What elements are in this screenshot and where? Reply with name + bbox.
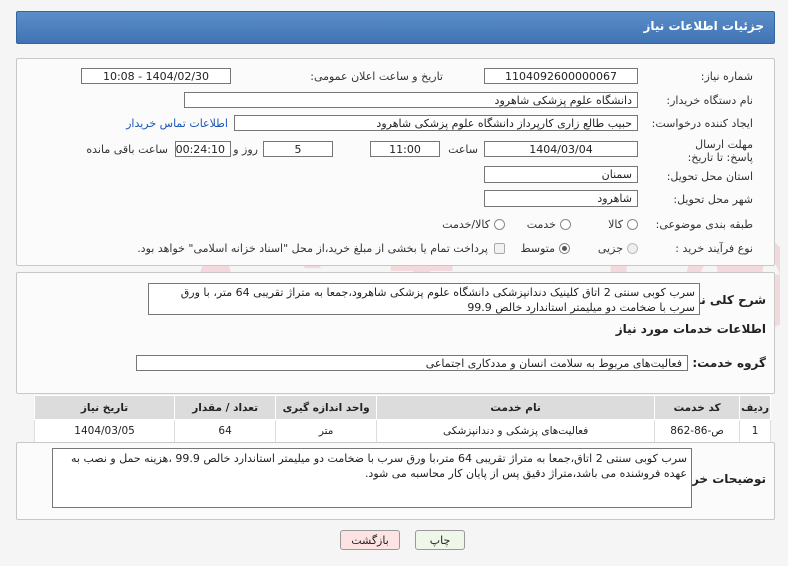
contact-buyer-link[interactable]: اطلاعات تماس خریدار xyxy=(126,117,228,130)
treasury-checkbox[interactable] xyxy=(494,243,505,254)
cell-code: ص-86-862 xyxy=(654,419,741,443)
deadline-label: مهلت ارسال پاسخ: تا تاریخ: xyxy=(687,138,753,164)
province-field[interactable]: سمنان xyxy=(484,166,638,183)
process-radio-minor[interactable] xyxy=(627,243,638,254)
announce-label: تاریخ و ساعت اعلان عمومی: xyxy=(310,70,443,83)
page-header: جزئیات اطلاعات نیاز xyxy=(16,11,775,44)
city-label: شهر محل تحویل: xyxy=(673,193,753,206)
table-row: 1 ص-86-862 فعالیت‌های پزشکی و دندانپزشکی… xyxy=(33,419,771,443)
col-row: ردیف xyxy=(739,395,771,420)
process-radio-medium[interactable] xyxy=(559,243,570,254)
process-option-medium: متوسط xyxy=(520,242,555,255)
deadline-date-field[interactable]: 1404/03/04 xyxy=(484,141,638,157)
need-number-label: شماره نیاز: xyxy=(700,70,753,83)
cell-unit: متر xyxy=(275,419,378,443)
process-option-minor: جزیی xyxy=(597,242,623,255)
deadline-time-field[interactable]: 11:00 xyxy=(370,141,440,157)
services-table: ردیف کد خدمت نام خدمت واحد اندازه گیری ت… xyxy=(33,395,771,443)
cell-name: فعالیت‌های پزشکی و دندانپزشکی xyxy=(376,419,656,443)
need-number-field[interactable]: 1104092600000067 xyxy=(484,68,638,84)
time-label: ساعت xyxy=(448,143,478,156)
service-group-label: گروه خدمت: xyxy=(692,356,766,370)
buyer-org-label: نام دستگاه خریدار: xyxy=(666,94,753,107)
col-date: تاریخ نیاز xyxy=(33,395,176,420)
services-table-header: ردیف کد خدمت نام خدمت واحد اندازه گیری ت… xyxy=(33,395,771,420)
announce-field[interactable]: 1404/02/30 - 10:08 xyxy=(81,68,231,84)
col-qty: تعداد / مقدار xyxy=(174,395,277,420)
requester-label: ایجاد کننده درخواست: xyxy=(651,117,753,130)
col-unit: واحد اندازه گیری xyxy=(275,395,378,420)
process-label: نوع فرآیند خرید : xyxy=(675,242,753,255)
services-section-title: اطلاعات خدمات مورد نیاز xyxy=(615,322,766,336)
category-radio-goods-service[interactable] xyxy=(494,219,505,230)
category-label: طبقه بندی موضوعی: xyxy=(655,218,753,231)
info-panel xyxy=(16,58,775,266)
buyer-notes-textarea[interactable]: سرب کوبی سنتی 2 اتاق،جمعا به متراژ تقریب… xyxy=(52,448,692,508)
province-label: استان محل تحویل: xyxy=(666,170,753,183)
back-button[interactable]: بازگشت xyxy=(340,530,400,550)
service-group-field[interactable]: فعالیت‌های مربوط به سلامت انسان و مددکار… xyxy=(136,355,688,371)
remaining-time-field[interactable]: 00:24:10 xyxy=(175,141,231,157)
col-name: نام خدمت xyxy=(376,395,656,420)
remaining-label: ساعت باقی مانده xyxy=(86,143,168,156)
category-radio-service[interactable] xyxy=(560,219,571,230)
category-radio-goods[interactable] xyxy=(627,219,638,230)
cell-date: 1404/03/05 xyxy=(33,419,176,443)
requester-field[interactable]: حبیب طالع زاری کارپرداز دانشگاه علوم پزش… xyxy=(234,115,638,131)
category-option-goods: کالا xyxy=(608,218,623,231)
page-title: جزئیات اطلاعات نیاز xyxy=(643,19,764,33)
category-option-goods-service: کالا/خدمت xyxy=(442,218,490,231)
buyer-org-field[interactable]: دانشگاه علوم پزشکی شاهرود xyxy=(184,92,638,108)
category-option-service: خدمت xyxy=(526,218,556,231)
days-field[interactable]: 5 xyxy=(263,141,333,157)
cell-row: 1 xyxy=(739,419,771,443)
description-textarea[interactable]: سرب کوبی سنتی 2 اتاق کلینیک دندانپزشکی د… xyxy=(148,283,700,315)
print-button[interactable]: چاپ xyxy=(415,530,465,550)
city-field[interactable]: شاهرود xyxy=(484,190,638,207)
days-label: روز و xyxy=(233,143,258,156)
col-code: کد خدمت xyxy=(654,395,741,420)
cell-qty: 64 xyxy=(174,419,277,443)
payment-note: پرداخت تمام یا بخشی از مبلغ خرید،از محل … xyxy=(137,242,488,255)
